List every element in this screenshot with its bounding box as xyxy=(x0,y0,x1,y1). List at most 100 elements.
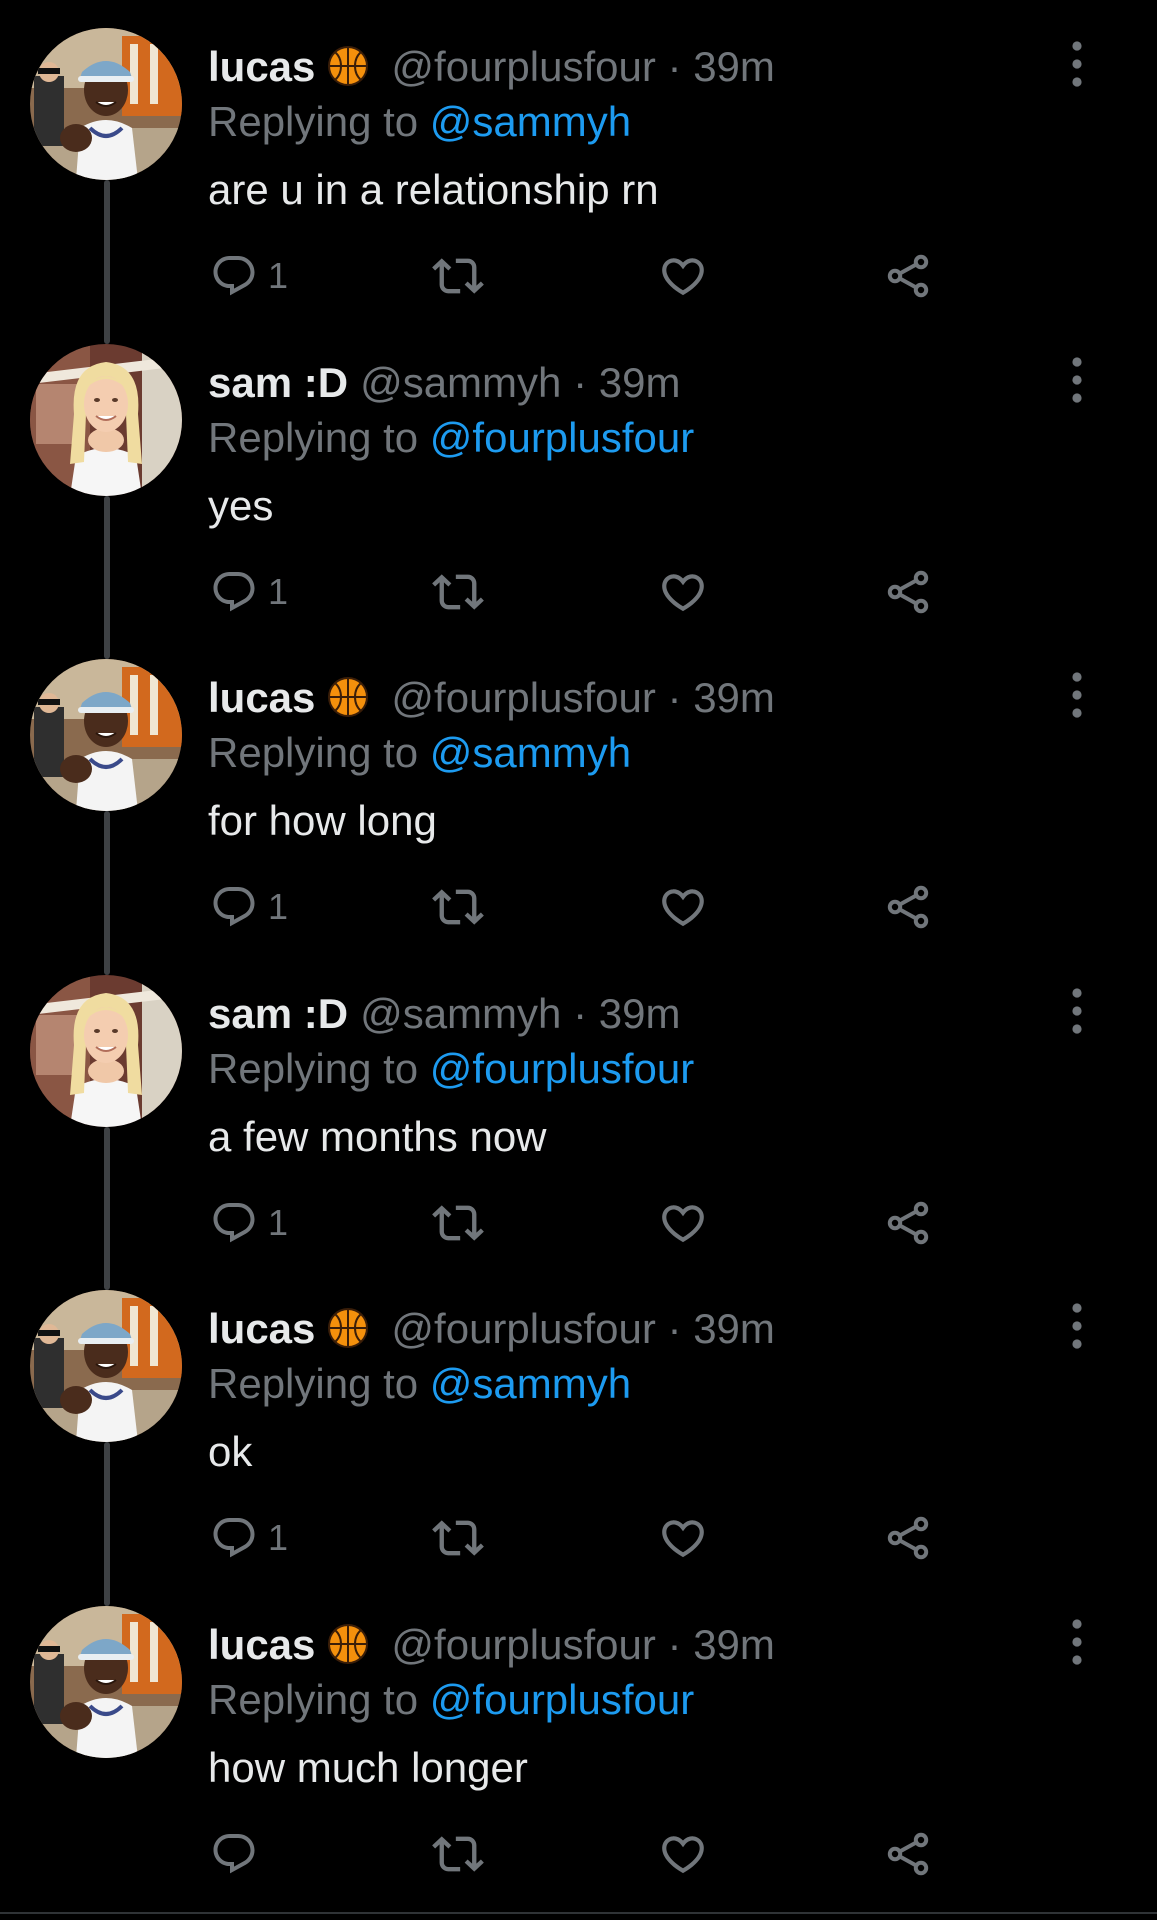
reply-button[interactable]: 1 xyxy=(210,1510,288,1566)
timestamp[interactable]: 39m xyxy=(693,43,775,90)
user-handle[interactable]: @fourplusfour xyxy=(391,1305,655,1352)
more-options-icon[interactable] xyxy=(1064,38,1090,90)
more-options-icon[interactable] xyxy=(1064,1300,1090,1352)
replying-to-handle[interactable]: @sammyh xyxy=(430,1360,631,1407)
tweet-header: sam :D @sammyh · 39m xyxy=(208,354,680,412)
retweet-button[interactable] xyxy=(432,1826,484,1882)
like-button[interactable] xyxy=(658,1826,708,1882)
display-name[interactable]: sam :D xyxy=(208,990,348,1037)
replying-to-handle[interactable]: @sammyh xyxy=(430,98,631,145)
tweet-action-bar: 1 xyxy=(206,248,966,304)
share-button[interactable] xyxy=(884,1510,932,1566)
tweet-action-bar: 1 xyxy=(206,879,966,935)
user-handle[interactable]: @fourplusfour xyxy=(391,43,655,90)
timestamp[interactable]: 39m xyxy=(693,1305,775,1352)
more-options-icon[interactable] xyxy=(1064,669,1090,721)
tweet[interactable]: lucas @fourplusfour · 39m Replying to @sam… xyxy=(0,631,1157,975)
tweet-action-bar: 1 xyxy=(206,1195,966,1251)
retweet-icon xyxy=(432,881,484,933)
replying-to-line: Replying to @sammyh xyxy=(208,1356,631,1412)
tweet[interactable]: lucas @fourplusfour · 39m Replying to @sam… xyxy=(0,1262,1157,1606)
display-name[interactable]: lucas xyxy=(208,674,315,721)
basketball-emoji-icon xyxy=(327,44,369,86)
replying-to-label: Replying to xyxy=(208,98,419,145)
reply-button[interactable]: 1 xyxy=(210,248,288,304)
share-icon xyxy=(884,1514,932,1562)
separator-dot: · xyxy=(667,674,682,721)
retweet-icon xyxy=(432,1828,484,1880)
replying-to-handle[interactable]: @fourplusfour xyxy=(430,1045,694,1092)
retweet-icon xyxy=(432,250,484,302)
display-name[interactable]: lucas xyxy=(208,43,315,90)
tweet-text: how much longer xyxy=(208,1744,528,1791)
display-name[interactable]: lucas xyxy=(208,1305,315,1352)
tweet[interactable]: lucas @fourplusfour · 39m Replying to @fou… xyxy=(0,1578,1157,1894)
timestamp[interactable]: 39m xyxy=(693,674,775,721)
retweet-button[interactable] xyxy=(432,1510,484,1566)
tweet-text: for how long xyxy=(208,797,437,844)
tweet-text: are u in a relationship rn xyxy=(208,166,659,213)
like-button[interactable] xyxy=(658,564,708,620)
share-button[interactable] xyxy=(884,1195,932,1251)
retweet-button[interactable] xyxy=(432,1195,484,1251)
share-button[interactable] xyxy=(884,879,932,935)
avatar[interactable] xyxy=(30,1606,182,1758)
like-button[interactable] xyxy=(658,879,708,935)
reply-button[interactable]: 1 xyxy=(210,1195,288,1251)
tweet[interactable]: sam :D @sammyh · 39m Replying to @fourplus… xyxy=(0,316,1157,659)
reply-button[interactable]: 1 xyxy=(210,879,288,935)
more-options-icon[interactable] xyxy=(1064,354,1090,406)
user-handle[interactable]: @fourplusfour xyxy=(391,1621,655,1668)
share-button[interactable] xyxy=(884,564,932,620)
replying-to-line: Replying to @fourplusfour xyxy=(208,1672,694,1728)
reply-icon xyxy=(210,1830,258,1878)
reply-count: 1 xyxy=(268,1202,289,1243)
conversation-thread: lucas @fourplusfour · 39m Replying to @sam… xyxy=(0,0,1157,1920)
like-button[interactable] xyxy=(658,1195,708,1251)
reply-button[interactable]: 1 xyxy=(210,564,288,620)
share-icon xyxy=(884,883,932,931)
replying-to-handle[interactable]: @fourplusfour xyxy=(430,1676,694,1723)
display-name[interactable]: sam :D xyxy=(208,359,348,406)
reply-count: 1 xyxy=(268,571,289,612)
replying-to-label: Replying to xyxy=(208,414,419,461)
avatar[interactable] xyxy=(30,659,182,811)
more-options-icon[interactable] xyxy=(1064,985,1090,1037)
more-options-icon[interactable] xyxy=(1064,1616,1090,1668)
replying-to-handle[interactable]: @fourplusfour xyxy=(430,414,694,461)
timestamp[interactable]: 39m xyxy=(693,1621,775,1668)
reply-icon xyxy=(210,252,258,300)
avatar[interactable] xyxy=(30,975,182,1127)
tweet-header: lucas @fourplusfour · 39m xyxy=(208,38,775,96)
avatar[interactable] xyxy=(30,28,182,180)
tweet[interactable]: lucas @fourplusfour · 39m Replying to @sam… xyxy=(0,0,1157,344)
retweet-button[interactable] xyxy=(432,879,484,935)
user-handle[interactable]: @sammyh xyxy=(360,990,561,1037)
retweet-button[interactable] xyxy=(432,564,484,620)
like-button[interactable] xyxy=(658,1510,708,1566)
timestamp[interactable]: 39m xyxy=(599,990,681,1037)
tweet-header: lucas @fourplusfour · 39m xyxy=(208,1300,775,1358)
user-handle[interactable]: @sammyh xyxy=(360,359,561,406)
display-name[interactable]: lucas xyxy=(208,1621,315,1668)
reply-count: 1 xyxy=(268,886,289,927)
reply-icon xyxy=(210,568,258,616)
reply-button[interactable] xyxy=(210,1826,268,1882)
share-button[interactable] xyxy=(884,248,932,304)
user-handle[interactable]: @fourplusfour xyxy=(391,674,655,721)
replying-to-handle[interactable]: @sammyh xyxy=(430,729,631,776)
bottom-divider xyxy=(0,1912,1157,1914)
basketball-emoji-icon xyxy=(327,675,369,717)
tweet-header: sam :D @sammyh · 39m xyxy=(208,985,680,1043)
tweet[interactable]: sam :D @sammyh · 39m Replying to @fourplus… xyxy=(0,947,1157,1290)
separator-dot: · xyxy=(573,990,588,1037)
basketball-emoji-icon xyxy=(327,1306,369,1348)
share-button[interactable] xyxy=(884,1826,932,1882)
timestamp[interactable]: 39m xyxy=(599,359,681,406)
avatar[interactable] xyxy=(30,1290,182,1442)
retweet-button[interactable] xyxy=(432,248,484,304)
like-button[interactable] xyxy=(658,248,708,304)
avatar[interactable] xyxy=(30,344,182,496)
tweet-action-bar: 1 xyxy=(206,564,966,620)
tweet-header: lucas @fourplusfour · 39m xyxy=(208,1616,775,1674)
